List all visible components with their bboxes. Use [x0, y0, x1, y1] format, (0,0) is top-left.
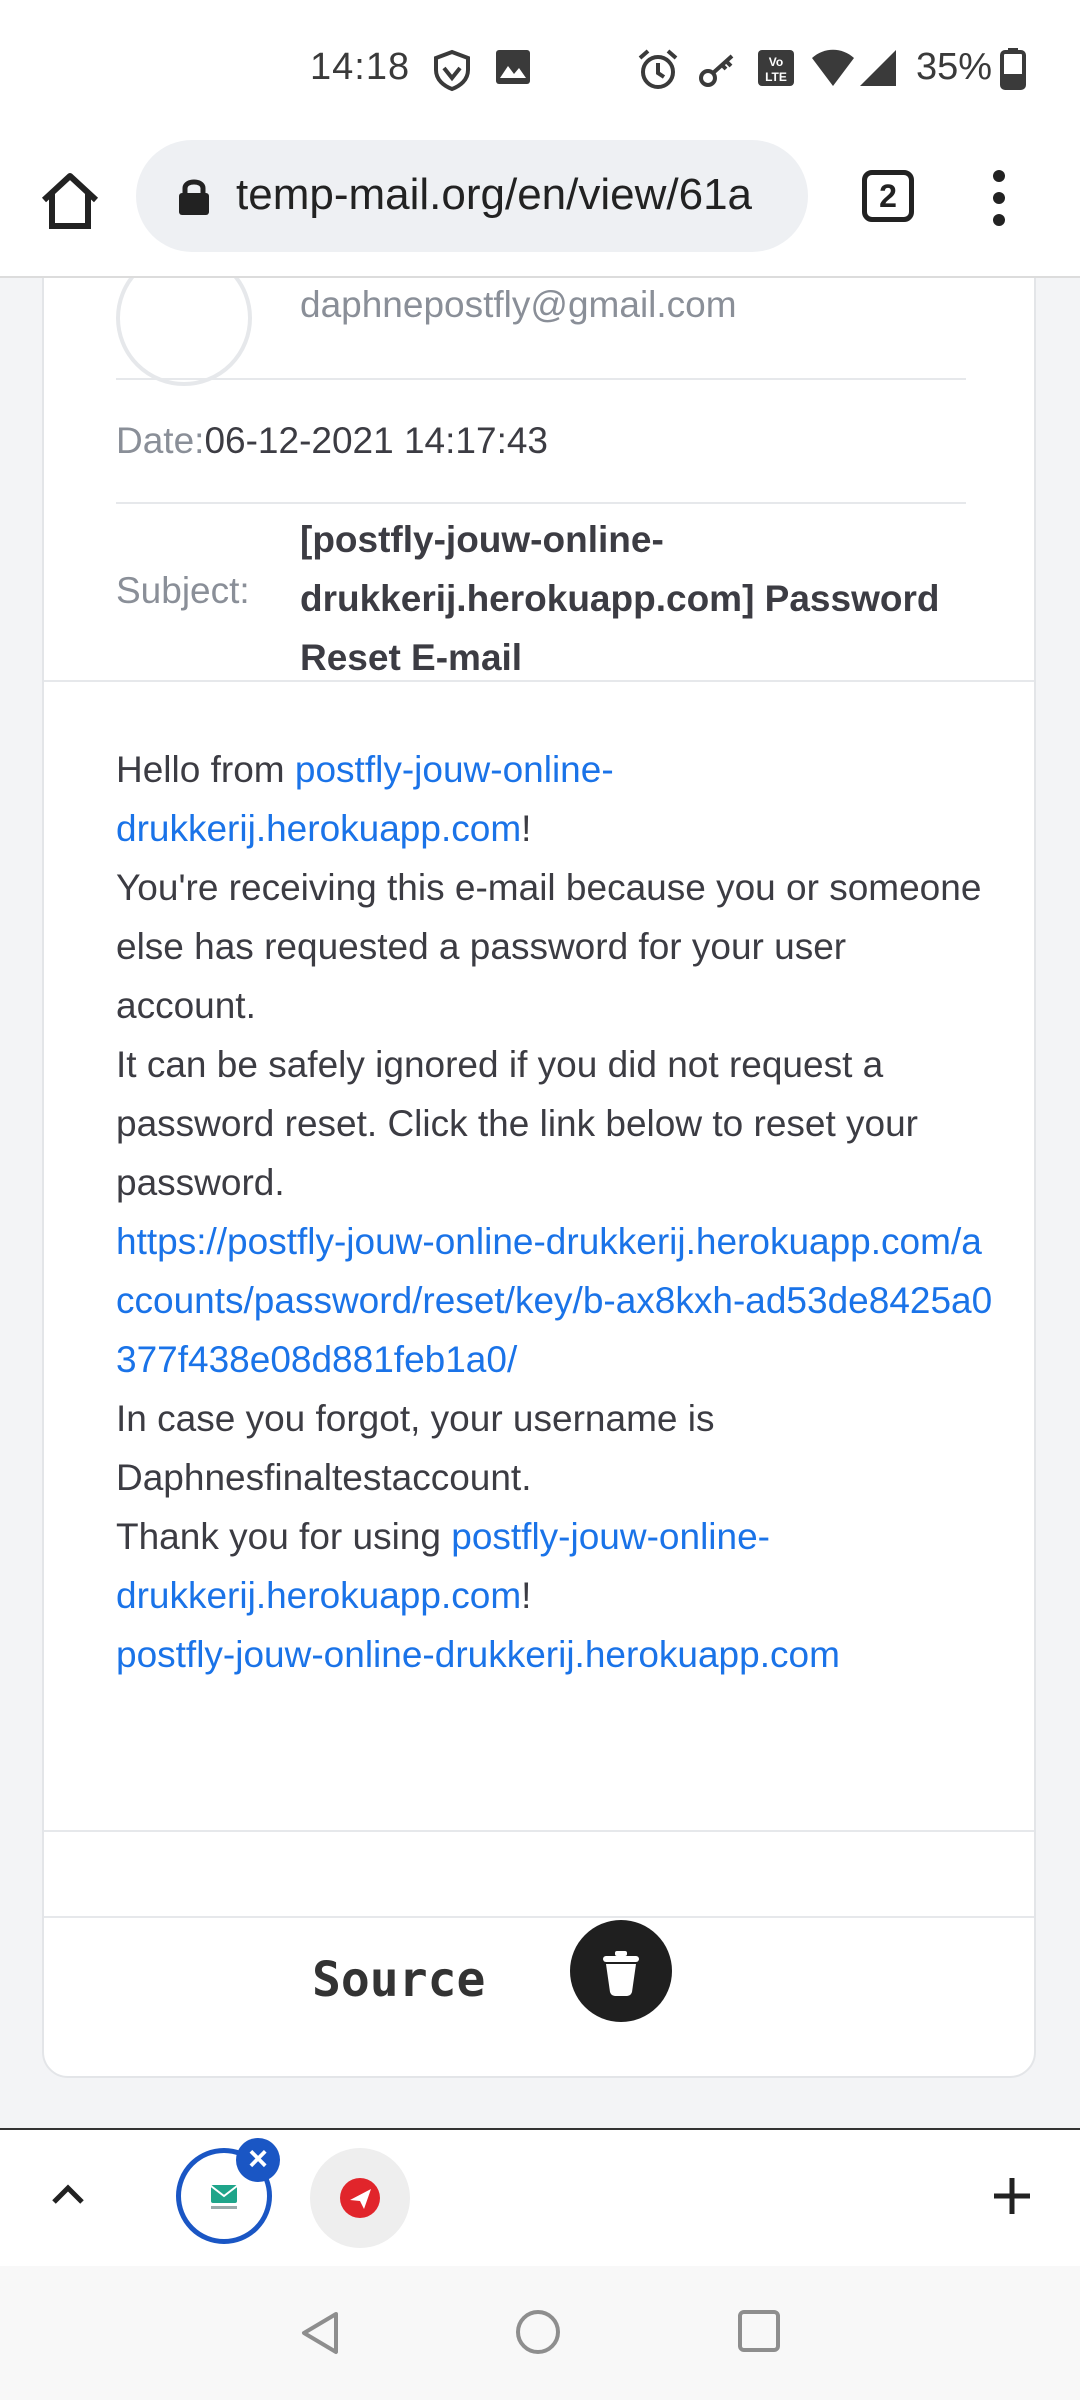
tab-switcher-button[interactable]: 2 [862, 170, 914, 222]
home-nav-icon[interactable] [516, 2310, 560, 2354]
alarm-icon [638, 49, 678, 89]
status-time: 14:18 [310, 46, 411, 88]
reset-password-link[interactable]: https://postfly-jouw-online-drukkerij.he… [116, 1221, 992, 1380]
sender-email: daphnepostfly@gmail.com [300, 284, 737, 325]
tab-other[interactable] [310, 2148, 410, 2248]
recents-icon[interactable] [738, 2310, 780, 2352]
trash-icon [603, 1951, 639, 1996]
exclamation: ! [521, 1575, 532, 1616]
overflow-menu-icon[interactable] [986, 164, 1012, 232]
divider [44, 1916, 1034, 1918]
username-line: In case you forgot, your username is Dap… [116, 1398, 715, 1498]
footer-line: postfly-jouw-online-drukkerij.herokuapp.… [116, 1625, 996, 1684]
email-card: daphnepostfly@gmail.com Date:06-12-2021 … [42, 278, 1036, 2078]
receiving-line: You're receiving this e-mail because you… [116, 867, 982, 1026]
date-value: 06-12-2021 14:17:43 [204, 420, 549, 461]
lock-icon [179, 179, 209, 215]
back-icon[interactable] [298, 2310, 342, 2356]
battery-icon [1000, 48, 1026, 90]
exclamation: ! [521, 808, 532, 849]
ignore-line: It can be safely ignored if you did not … [116, 1044, 919, 1203]
date-row: Date:06-12-2021 14:17:43 [116, 420, 548, 462]
signal-icon [860, 50, 896, 86]
reset-link-line: https://postfly-jouw-online-drukkerij.he… [116, 1212, 996, 1389]
subject-label: Subject: [116, 570, 250, 611]
email-body: Hello from postfly-jouw-online-drukkerij… [116, 740, 996, 1684]
delete-button[interactable] [570, 1920, 672, 2022]
sender-avatar [116, 278, 252, 386]
vpn-shield-icon [434, 49, 470, 92]
home-icon[interactable] [38, 170, 102, 234]
close-tab-icon[interactable]: × [236, 2138, 280, 2182]
image-icon [496, 50, 530, 84]
greeting-text: Hello from [116, 749, 295, 790]
chevron-up-icon[interactable] [48, 2178, 88, 2208]
tab-strip: × [0, 2128, 1080, 2268]
thanks-text: Thank you for using [116, 1516, 452, 1557]
wifi-icon [812, 49, 854, 86]
url-text[interactable]: temp-mail.org/en/view/61a [236, 170, 796, 220]
divider [44, 1830, 1034, 1832]
svg-text:LTE: LTE [765, 70, 787, 84]
send-app-favicon-icon [340, 2178, 380, 2218]
subject-value: [postfly-jouw-online-drukkerij.herokuapp… [300, 519, 940, 678]
status-bar: 14:18 Vo LTE 35% [0, 0, 1080, 140]
footer-site-link[interactable]: postfly-jouw-online-drukkerij.herokuapp.… [116, 1634, 840, 1675]
divider [116, 378, 966, 380]
page-content: daphnepostfly@gmail.com Date:06-12-2021 … [0, 278, 1080, 2128]
thanks-line: Thank you for using postfly-jouw-online-… [116, 1507, 996, 1625]
browser-toolbar: temp-mail.org/en/view/61a 2 [0, 140, 1080, 278]
key-icon [699, 54, 734, 87]
volte-icon: Vo LTE [758, 50, 794, 86]
source-button[interactable]: Source [312, 1952, 485, 2008]
divider [116, 502, 966, 504]
new-tab-icon[interactable] [990, 2174, 1034, 2218]
address-bar[interactable]: temp-mail.org/en/view/61a [136, 140, 808, 252]
greeting-line: Hello from postfly-jouw-online-drukkerij… [116, 740, 996, 858]
battery-percentage: 35% [916, 46, 993, 88]
date-label: Date: [116, 420, 205, 461]
svg-text:Vo: Vo [769, 55, 783, 69]
divider [44, 680, 1034, 682]
system-nav-bar [0, 2266, 1080, 2400]
